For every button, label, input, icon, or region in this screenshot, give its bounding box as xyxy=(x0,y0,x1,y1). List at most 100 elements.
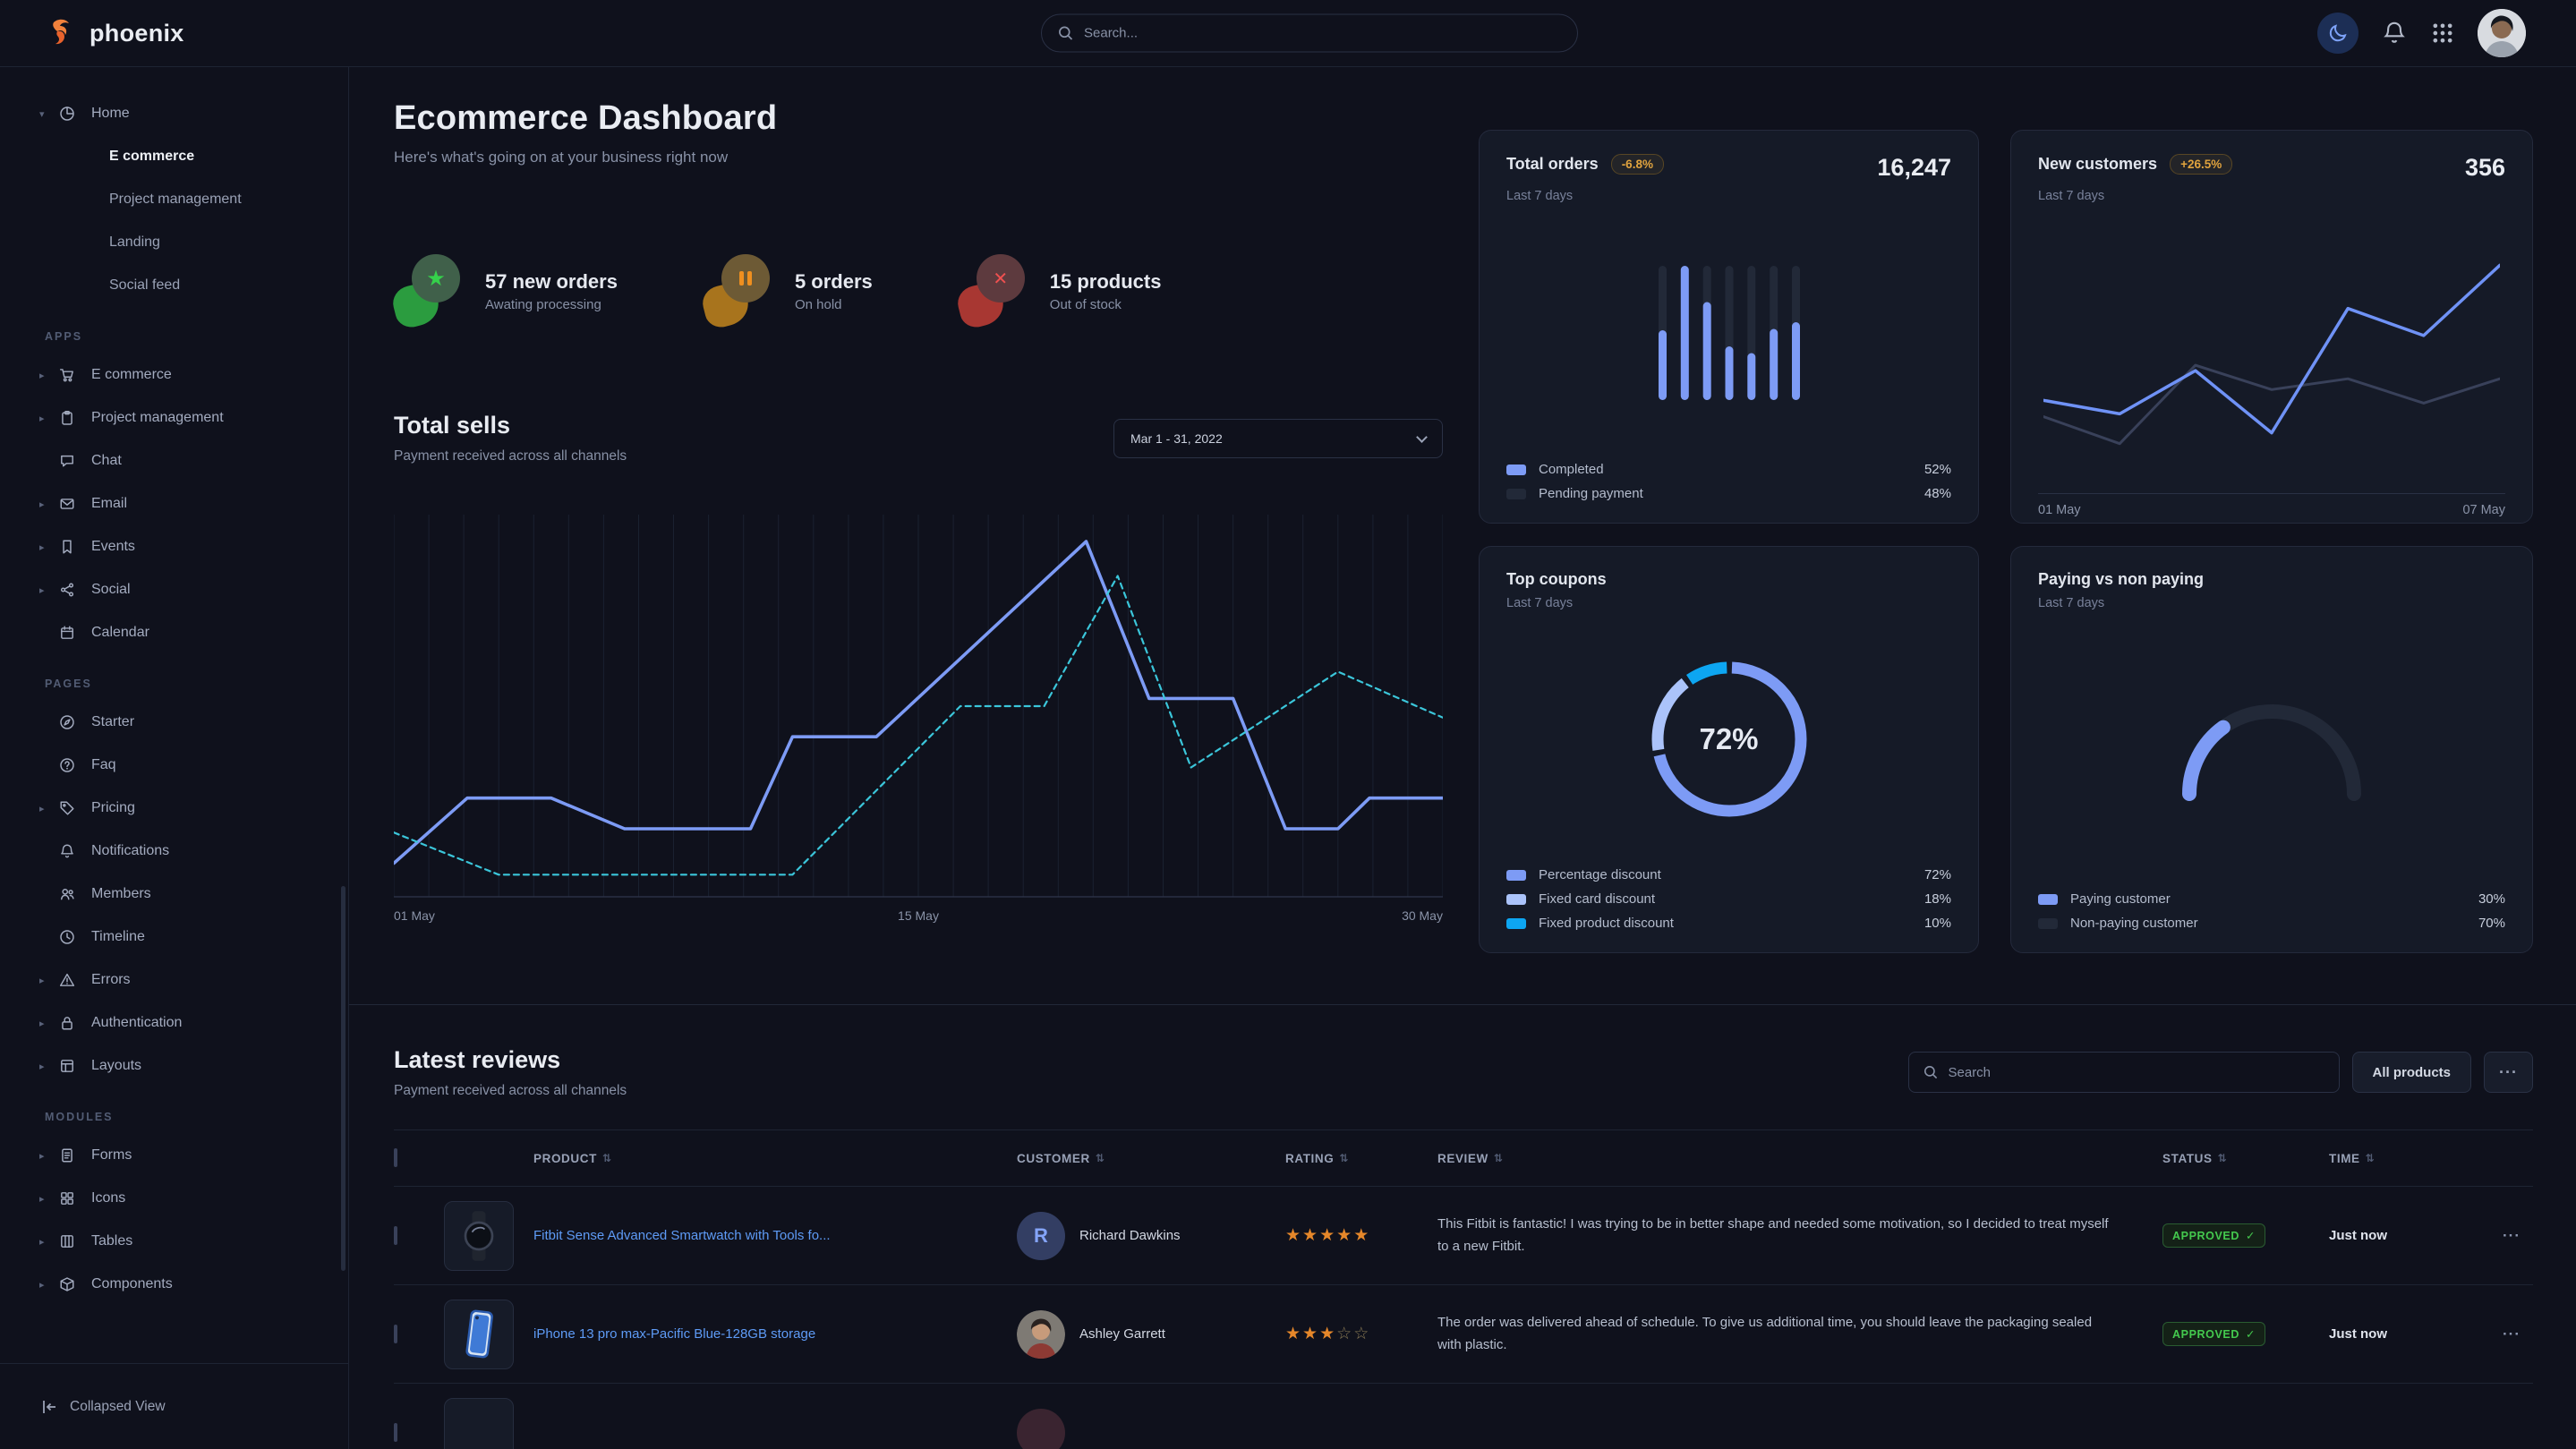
reviews-table: PRODUCT⇅CUSTOMER⇅RATING⇅REVIEW⇅STATUS⇅TI… xyxy=(394,1129,2533,1449)
column-header-product[interactable]: PRODUCT⇅ xyxy=(533,1152,1017,1165)
sort-icon: ⇅ xyxy=(2366,1152,2376,1164)
box-icon xyxy=(59,1276,91,1292)
sidebar-item-chat[interactable]: Chat xyxy=(0,439,348,482)
sidebar-item-forms[interactable]: ▸ Forms xyxy=(0,1134,348,1177)
sidebar-nav: ▾ HomeE commerceProject managementLandin… xyxy=(0,92,348,1306)
customer-name: Ashley Garrett xyxy=(1079,1326,1165,1342)
sidebar-item-notifications[interactable]: Notifications xyxy=(0,830,348,873)
column-header-customer[interactable]: CUSTOMER⇅ xyxy=(1017,1152,1285,1165)
legend-swatch xyxy=(2038,894,2058,905)
new-customers-card: New customers +26.5% 356 Last 7 days 01 … xyxy=(2010,130,2533,524)
sidebar-item-e-commerce[interactable]: ▸ E commerce xyxy=(0,354,348,396)
caret-down-icon: ▾ xyxy=(39,108,59,120)
top-coupons-donut-chart: 72% xyxy=(1640,650,1819,829)
sidebar-item-timeline[interactable]: Timeline xyxy=(0,916,348,959)
latest-reviews-section: Latest reviews Payment received across a… xyxy=(349,1005,2576,1449)
row-checkbox[interactable] xyxy=(394,1423,397,1442)
pie-icon xyxy=(59,106,91,122)
column-header-status[interactable]: STATUS⇅ xyxy=(2162,1152,2329,1165)
sidebar-item-tables[interactable]: ▸ Tables xyxy=(0,1220,348,1263)
sidebar-item-layouts[interactable]: ▸ Layouts xyxy=(0,1044,348,1087)
review-time: Just now xyxy=(2329,1326,2445,1342)
legend-pending-payment: Pending payment 48% xyxy=(1506,486,1951,501)
sidebar-section-modules: MODULES xyxy=(0,1087,348,1134)
caret-right-icon: ▸ xyxy=(39,1061,59,1072)
table-row xyxy=(394,1384,2533,1449)
caret-right-icon: ▸ xyxy=(39,1150,59,1162)
sidebar-item-errors[interactable]: ▸ Errors xyxy=(0,959,348,1002)
page-title: Ecommerce Dashboard xyxy=(394,99,1443,138)
sidebar-item-home[interactable]: ▾ Home xyxy=(0,92,348,135)
notifications-button[interactable] xyxy=(2381,20,2408,47)
row-actions-button[interactable]: ··· xyxy=(2445,1325,2533,1343)
avatar: R xyxy=(1017,1212,1065,1260)
legend-non-paying-customer: Non-paying customer 70% xyxy=(2038,916,2505,931)
total-orders-bar-chart xyxy=(1506,203,1951,462)
sidebar-section-apps: APPS xyxy=(0,307,348,354)
reviews-search[interactable] xyxy=(1908,1052,2340,1093)
product-link[interactable]: Fitbit Sense Advanced Smartwatch with To… xyxy=(533,1228,1017,1243)
sidebar-item-calendar[interactable]: Calendar xyxy=(0,611,348,654)
caret-right-icon: ▸ xyxy=(39,370,59,381)
global-search-input[interactable] xyxy=(1082,25,1561,42)
phoenix-flame-icon xyxy=(47,17,79,49)
legend-swatch xyxy=(1506,894,1526,905)
cart-icon xyxy=(59,367,91,383)
apps-menu-button[interactable] xyxy=(2430,21,2455,46)
sidebar-item-social[interactable]: ▸ Social xyxy=(0,568,348,611)
sort-icon: ⇅ xyxy=(2218,1152,2228,1164)
sidebar-item-components[interactable]: ▸ Components xyxy=(0,1263,348,1306)
rating-stars: ★★★☆☆ xyxy=(1285,1324,1437,1344)
top-coupons-card: Top coupons Last 7 days 72% Percentage d… xyxy=(1479,546,1979,953)
x-status-icon: ✕ xyxy=(959,252,1027,329)
sidebar-item-email[interactable]: ▸ Email xyxy=(0,482,348,525)
sidebar-item-authentication[interactable]: ▸ Authentication xyxy=(0,1002,348,1044)
new-customers-badge: +26.5% xyxy=(2170,154,2232,175)
avatar xyxy=(1017,1310,1065,1359)
sidebar-item-events[interactable]: ▸ Events xyxy=(0,525,348,568)
sidebar-item-starter[interactable]: Starter xyxy=(0,701,348,744)
sidebar-subitem-social-feed[interactable]: Social feed xyxy=(0,264,348,307)
dark-mode-toggle[interactable] xyxy=(2317,13,2358,54)
main-content: Ecommerce Dashboard Here's what's going … xyxy=(349,67,2576,1449)
sidebar-subitem-project-management[interactable]: Project management xyxy=(0,178,348,221)
sidebar-item-icons[interactable]: ▸ Icons xyxy=(0,1177,348,1220)
stat-5-orders: 5 orders On hold xyxy=(704,252,873,329)
sidebar-item-pricing[interactable]: ▸ Pricing xyxy=(0,787,348,830)
date-range-select[interactable]: Mar 1 - 31, 2022 xyxy=(1113,419,1443,458)
collapse-sidebar-button[interactable]: Collapsed View xyxy=(0,1363,348,1449)
sidebar: ▾ HomeE commerceProject managementLandin… xyxy=(0,67,349,1449)
legend-fixed-product-discount: Fixed product discount 10% xyxy=(1506,916,1951,931)
sidebar-item-project-management[interactable]: ▸ Project management xyxy=(0,396,348,439)
status-badge: APPROVED ✓ xyxy=(2162,1322,2265,1346)
review-text: The order was delivered ahead of schedul… xyxy=(1437,1312,2162,1357)
sidebar-subitem-e-commerce[interactable]: E commerce xyxy=(0,135,348,178)
card-title: Top coupons xyxy=(1506,570,1607,589)
app-window: phoenix xyxy=(0,0,2576,1449)
paying-legend: Paying customer 30% Non-paying customer … xyxy=(2038,891,2505,931)
sidebar-subitem-landing[interactable]: Landing xyxy=(0,221,348,264)
row-actions-button[interactable]: ··· xyxy=(2445,1227,2533,1245)
reviews-subtitle: Payment received across all channels xyxy=(394,1083,627,1099)
total-orders-legend: Completed 52% Pending payment 48% xyxy=(1506,462,1951,501)
select-all-checkbox[interactable] xyxy=(394,1148,397,1167)
user-avatar[interactable] xyxy=(2478,9,2526,57)
column-header-review[interactable]: REVIEW⇅ xyxy=(1437,1152,2162,1165)
stat-15-products: ✕ 15 products Out of stock xyxy=(959,252,1162,329)
caret-right-icon: ▸ xyxy=(39,1236,59,1248)
column-header-rating[interactable]: RATING⇅ xyxy=(1285,1152,1437,1165)
more-options-button[interactable]: ··· xyxy=(2484,1052,2533,1093)
row-checkbox[interactable] xyxy=(394,1325,397,1343)
reviews-search-input[interactable] xyxy=(1947,1064,2324,1081)
navbar-actions xyxy=(2317,9,2526,57)
brand-logo[interactable]: phoenix xyxy=(47,17,184,49)
all-products-button[interactable]: All products xyxy=(2352,1052,2472,1093)
global-search[interactable] xyxy=(1041,14,1578,53)
sidebar-item-members[interactable]: Members xyxy=(0,873,348,916)
sidebar-item-faq[interactable]: Faq xyxy=(0,744,348,787)
share-icon xyxy=(59,582,91,598)
column-header-time[interactable]: TIME⇅ xyxy=(2329,1152,2445,1165)
sidebar-scrollbar[interactable] xyxy=(341,886,345,1271)
product-link[interactable]: iPhone 13 pro max-Pacific Blue-128GB sto… xyxy=(533,1326,1017,1342)
row-checkbox[interactable] xyxy=(394,1226,397,1245)
